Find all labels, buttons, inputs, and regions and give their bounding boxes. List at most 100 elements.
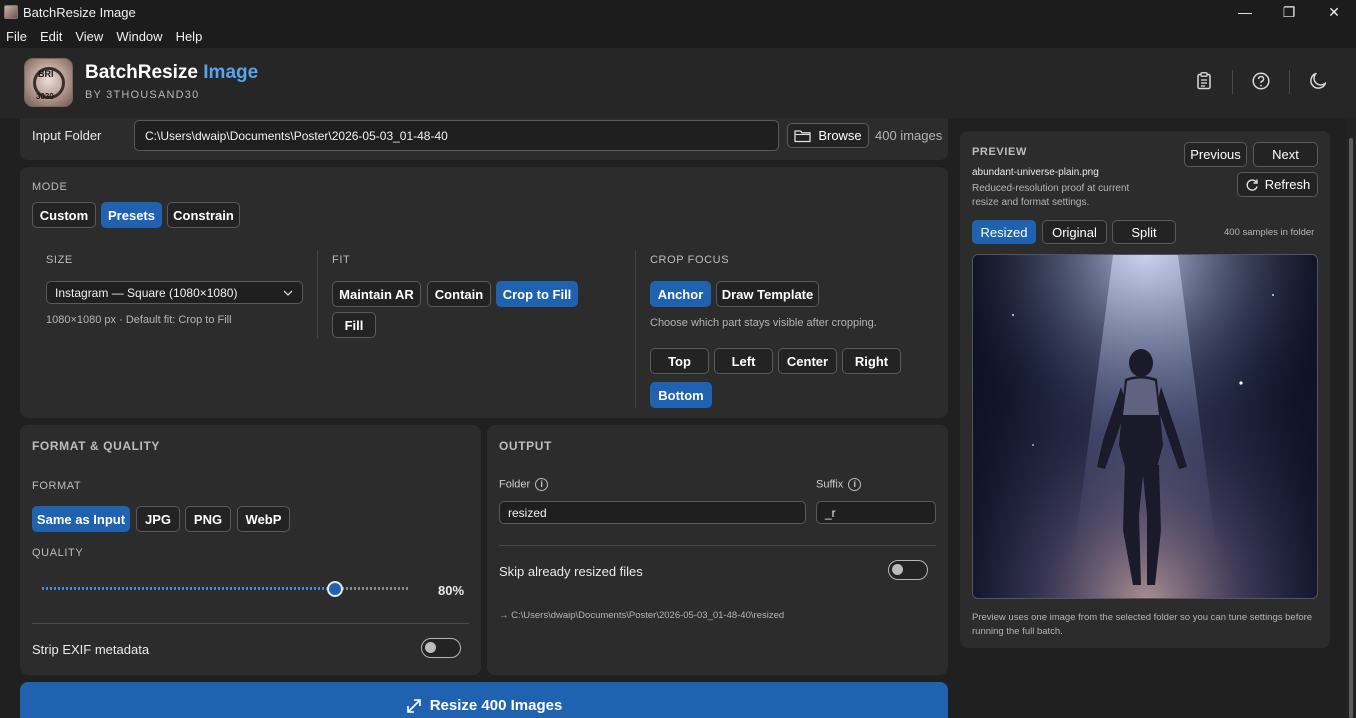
mode-label: MODE bbox=[32, 181, 68, 193]
output-folder-label: Folder i bbox=[499, 478, 549, 491]
mode-constrain-button[interactable]: Constrain bbox=[167, 202, 240, 228]
refresh-button[interactable]: Refresh bbox=[1237, 172, 1318, 197]
size-select-value: Instagram — Square (1080×1080) bbox=[55, 285, 238, 300]
fit-crop-to-fill-button[interactable]: Crop to Fill bbox=[496, 281, 578, 307]
info-icon[interactable]: i bbox=[848, 478, 862, 491]
previous-button[interactable]: Previous bbox=[1184, 142, 1247, 167]
format-jpg-button[interactable]: JPG bbox=[136, 506, 180, 532]
mode-panel: MODE Custom Presets Constrain SIZE Insta… bbox=[20, 167, 948, 418]
anchor-right-button[interactable]: Right bbox=[842, 348, 901, 374]
preview-filename: abundant-universe-plain.png bbox=[972, 167, 1099, 178]
menu-window[interactable]: Window bbox=[110, 29, 169, 44]
quality-value: 80% bbox=[438, 583, 465, 598]
output-suffix-label-text: Suffix bbox=[816, 478, 844, 491]
refresh-label: Refresh bbox=[1264, 177, 1311, 192]
format-quality-panel: FORMAT & QUALITY FORMAT Same as Input JP… bbox=[20, 425, 481, 675]
format-png-button[interactable]: PNG bbox=[185, 506, 231, 532]
output-folder-label-text: Folder bbox=[499, 478, 531, 491]
input-folder-path[interactable]: C:\Users\dwaip\Documents\Poster\2026-05-… bbox=[134, 120, 779, 151]
scrollbar-thumb[interactable] bbox=[1349, 138, 1353, 718]
menu-help[interactable]: Help bbox=[170, 29, 210, 44]
browse-label: Browse bbox=[818, 128, 862, 143]
info-icon[interactable]: i bbox=[535, 478, 549, 491]
fit-label: FIT bbox=[332, 254, 351, 266]
anchor-center-button[interactable]: Center bbox=[778, 348, 837, 374]
logo-text-top: BRI bbox=[38, 69, 54, 79]
preview-description: Reduced-resolution proof at current resi… bbox=[972, 183, 1130, 208]
fit-maintain-ar-button[interactable]: Maintain AR bbox=[332, 281, 421, 307]
tab-original[interactable]: Original bbox=[1042, 220, 1107, 244]
tab-split[interactable]: Split bbox=[1112, 220, 1176, 244]
window-title: BatchResize Image bbox=[23, 4, 136, 20]
preview-label: PREVIEW bbox=[972, 146, 1027, 158]
toggle-knob bbox=[425, 642, 436, 653]
anchor-left-button[interactable]: Left bbox=[714, 348, 773, 374]
fit-contain-button[interactable]: Contain bbox=[427, 281, 491, 307]
strip-exif-label: Strip EXIF metadata bbox=[32, 642, 150, 657]
format-divider bbox=[32, 623, 469, 624]
mode-presets-button[interactable]: Presets bbox=[101, 202, 162, 228]
folder-icon bbox=[794, 129, 811, 142]
app-byline: BY 3THOUSAND30 bbox=[85, 89, 200, 101]
image-count: 400 images bbox=[875, 128, 943, 143]
strip-exif-toggle[interactable] bbox=[421, 638, 461, 658]
menu-bar: File Edit View Window Help bbox=[0, 24, 1356, 48]
refresh-icon bbox=[1246, 178, 1258, 191]
resize-images-button[interactable]: Resize 400 Images bbox=[20, 682, 948, 718]
size-select[interactable]: Instagram — Square (1080×1080) bbox=[46, 281, 303, 304]
skip-resized-label: Skip already resized files bbox=[499, 564, 643, 579]
chevron-down-icon bbox=[283, 290, 293, 296]
anchor-bottom-button[interactable]: Bottom bbox=[650, 382, 712, 408]
input-folder-panel: Input Folder C:\Users\dwaip\Documents\Po… bbox=[20, 118, 948, 160]
moon-icon[interactable] bbox=[1308, 71, 1328, 91]
logo-text-bottom: 3030 bbox=[36, 92, 54, 101]
output-divider bbox=[499, 545, 936, 546]
quality-slider[interactable] bbox=[42, 581, 408, 597]
preview-image bbox=[972, 254, 1318, 599]
skip-resized-toggle[interactable] bbox=[888, 560, 928, 580]
format-quality-title: FORMAT & QUALITY bbox=[32, 439, 161, 453]
app-name-accent: Image bbox=[203, 62, 259, 83]
crop-draw-template-button[interactable]: Draw Template bbox=[716, 281, 819, 307]
fit-crop-divider bbox=[635, 250, 636, 408]
menu-file[interactable]: File bbox=[0, 29, 34, 44]
app-logo: BRI 3030 bbox=[24, 58, 73, 107]
anchor-top-button[interactable]: Top bbox=[650, 348, 709, 374]
crop-focus-hint: Choose which part stays visible after cr… bbox=[650, 317, 877, 329]
menu-edit[interactable]: Edit bbox=[34, 29, 69, 44]
expand-icon bbox=[406, 699, 421, 713]
title-bar: BatchResize Image bbox=[0, 0, 1356, 24]
mode-custom-button[interactable]: Custom bbox=[32, 202, 96, 228]
quality-label: QUALITY bbox=[32, 547, 84, 559]
size-fit-divider bbox=[317, 250, 318, 338]
header-separator bbox=[1289, 70, 1290, 94]
preview-image-art bbox=[973, 255, 1317, 598]
app-name-main: BatchResize bbox=[85, 62, 198, 83]
close-button[interactable]: ✕ bbox=[1311, 0, 1356, 24]
next-button[interactable]: Next bbox=[1253, 142, 1318, 167]
output-folder-input[interactable]: resized bbox=[499, 501, 806, 524]
app-name: BatchResize Image bbox=[85, 62, 258, 84]
scrollbar[interactable] bbox=[1346, 118, 1356, 718]
output-title: OUTPUT bbox=[499, 439, 552, 453]
preview-sample-count: 400 samples in folder bbox=[1224, 227, 1315, 238]
output-suffix-input[interactable]: _r bbox=[816, 501, 936, 524]
quality-slider-fill bbox=[42, 587, 335, 590]
browse-button[interactable]: Browse bbox=[787, 123, 869, 148]
format-same-as-input-button[interactable]: Same as Input bbox=[32, 506, 130, 532]
output-destination-path: → C:\Users\dwaip\Documents\Poster\2026-0… bbox=[499, 610, 785, 621]
format-webp-button[interactable]: WebP bbox=[237, 506, 290, 532]
input-folder-label: Input Folder bbox=[32, 128, 102, 143]
minimize-button[interactable]: — bbox=[1222, 0, 1268, 24]
menu-view[interactable]: View bbox=[69, 29, 110, 44]
quality-slider-handle[interactable] bbox=[327, 581, 343, 597]
fit-fill-button[interactable]: Fill bbox=[332, 312, 376, 338]
help-icon[interactable] bbox=[1251, 71, 1271, 91]
clipboard-icon[interactable] bbox=[1194, 71, 1214, 91]
app-header: BRI 3030 BatchResize Image BY 3THOUSAND3… bbox=[0, 48, 1356, 118]
crop-focus-label: CROP FOCUS bbox=[650, 254, 730, 266]
crop-anchor-button[interactable]: Anchor bbox=[650, 281, 711, 307]
tab-resized[interactable]: Resized bbox=[972, 220, 1036, 244]
maximize-button[interactable]: ❐ bbox=[1266, 0, 1312, 24]
preview-footer-note: Preview uses one image from the selected… bbox=[972, 612, 1313, 637]
